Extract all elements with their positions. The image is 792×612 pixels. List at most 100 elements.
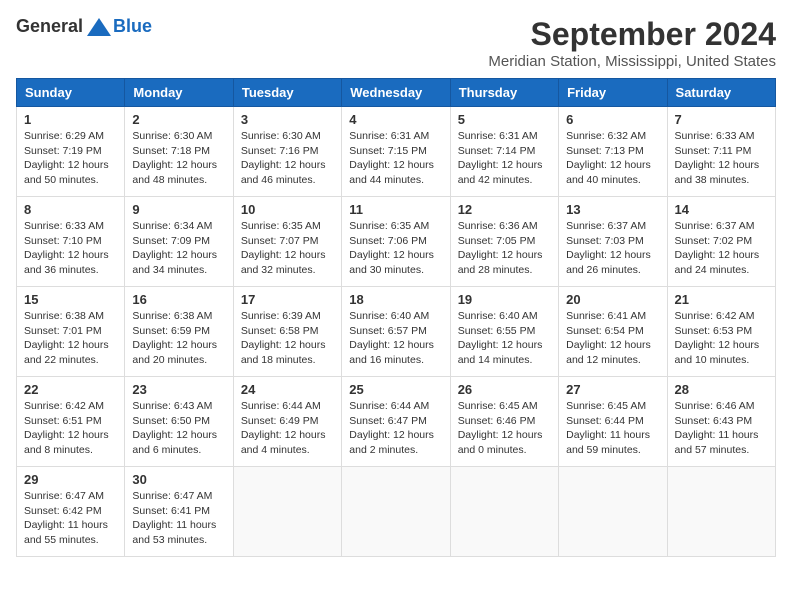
day-info: Sunrise: 6:35 AMSunset: 7:06 PMDaylight:… — [349, 220, 434, 276]
day-number: 3 — [241, 112, 334, 127]
day-number: 1 — [24, 112, 117, 127]
day-26: 26 Sunrise: 6:45 AMSunset: 6:46 PMDayligh… — [450, 377, 558, 467]
day-empty — [450, 467, 558, 557]
day-number: 4 — [349, 112, 442, 127]
day-number: 8 — [24, 202, 117, 217]
col-monday: Monday — [125, 79, 233, 107]
day-5: 5Sunrise: 6:31 AMSunset: 7:14 PMDaylight… — [450, 107, 558, 197]
day-info: Sunrise: 6:38 AMSunset: 6:59 PMDaylight:… — [132, 310, 217, 366]
day-11: 11 Sunrise: 6:35 AMSunset: 7:06 PMDayligh… — [342, 197, 450, 287]
day-number: 15 — [24, 292, 117, 307]
day-number: 11 — [349, 202, 442, 217]
day-empty — [559, 467, 667, 557]
logo-general: General — [16, 16, 83, 37]
day-info: Sunrise: 6:40 AMSunset: 6:57 PMDaylight:… — [349, 310, 434, 366]
day-info: Sunrise: 6:32 AMSunset: 7:13 PMDaylight:… — [566, 130, 651, 186]
col-friday: Friday — [559, 79, 667, 107]
day-8: 8 Sunrise: 6:33 AMSunset: 7:10 PMDaylight… — [17, 197, 125, 287]
day-29: 29 Sunrise: 6:47 AMSunset: 6:42 PMDayligh… — [17, 467, 125, 557]
week-row-3: 15 Sunrise: 6:38 AMSunset: 7:01 PMDayligh… — [17, 287, 776, 377]
day-23: 23 Sunrise: 6:43 AMSunset: 6:50 PMDayligh… — [125, 377, 233, 467]
day-info: Sunrise: 6:33 AMSunset: 7:10 PMDaylight:… — [24, 220, 109, 276]
day-16: 16 Sunrise: 6:38 AMSunset: 6:59 PMDayligh… — [125, 287, 233, 377]
week-row-2: 8 Sunrise: 6:33 AMSunset: 7:10 PMDaylight… — [17, 197, 776, 287]
col-saturday: Saturday — [667, 79, 775, 107]
day-1: 1Sunrise: 6:29 AMSunset: 7:19 PMDaylight… — [17, 107, 125, 197]
day-12: 12Sunrise: 6:36 AMSunset: 7:05 PMDayligh… — [450, 197, 558, 287]
day-15: 15 Sunrise: 6:38 AMSunset: 7:01 PMDayligh… — [17, 287, 125, 377]
day-number: 27 — [566, 382, 659, 397]
day-number: 5 — [458, 112, 551, 127]
day-number: 17 — [241, 292, 334, 307]
col-sunday: Sunday — [17, 79, 125, 107]
day-empty — [667, 467, 775, 557]
day-number: 21 — [675, 292, 768, 307]
day-3: 3Sunrise: 6:30 AMSunset: 7:16 PMDaylight… — [233, 107, 341, 197]
day-9: 9Sunrise: 6:34 AMSunset: 7:09 PMDaylight… — [125, 197, 233, 287]
day-info: Sunrise: 6:33 AMSunset: 7:11 PMDaylight:… — [675, 130, 760, 186]
week-row-4: 22Sunrise: 6:42 AMSunset: 6:51 PMDayligh… — [17, 377, 776, 467]
day-4: 4 Sunrise: 6:31 AMSunset: 7:15 PMDaylight… — [342, 107, 450, 197]
day-info: Sunrise: 6:31 AMSunset: 7:15 PMDaylight:… — [349, 130, 434, 186]
day-17: 17 Sunrise: 6:39 AMSunset: 6:58 PMDayligh… — [233, 287, 341, 377]
day-10: 10Sunrise: 6:35 AMSunset: 7:07 PMDayligh… — [233, 197, 341, 287]
day-25: 25Sunrise: 6:44 AMSunset: 6:47 PMDayligh… — [342, 377, 450, 467]
day-info: Sunrise: 6:46 AMSunset: 6:43 PMDaylight:… — [675, 400, 759, 456]
day-info: Sunrise: 6:37 AMSunset: 7:02 PMDaylight:… — [675, 220, 760, 276]
day-number: 19 — [458, 292, 551, 307]
day-number: 22 — [24, 382, 117, 397]
day-6: 6Sunrise: 6:32 AMSunset: 7:13 PMDaylight… — [559, 107, 667, 197]
day-number: 30 — [132, 472, 225, 487]
day-info: Sunrise: 6:45 AMSunset: 6:46 PMDaylight:… — [458, 400, 543, 456]
day-info: Sunrise: 6:36 AMSunset: 7:05 PMDaylight:… — [458, 220, 543, 276]
day-info: Sunrise: 6:38 AMSunset: 7:01 PMDaylight:… — [24, 310, 109, 366]
logo-icon — [87, 18, 111, 36]
day-24: 24 Sunrise: 6:44 AMSunset: 6:49 PMDayligh… — [233, 377, 341, 467]
day-info: Sunrise: 6:41 AMSunset: 6:54 PMDaylight:… — [566, 310, 651, 366]
day-number: 29 — [24, 472, 117, 487]
day-7: 7 Sunrise: 6:33 AMSunset: 7:11 PMDaylight… — [667, 107, 775, 197]
day-info: Sunrise: 6:47 AMSunset: 6:41 PMDaylight:… — [132, 490, 216, 546]
day-number: 24 — [241, 382, 334, 397]
month-title: September 2024 — [488, 16, 776, 53]
day-info: Sunrise: 6:44 AMSunset: 6:49 PMDaylight:… — [241, 400, 326, 456]
day-info: Sunrise: 6:47 AMSunset: 6:42 PMDaylight:… — [24, 490, 108, 546]
week-row-5: 29 Sunrise: 6:47 AMSunset: 6:42 PMDayligh… — [17, 467, 776, 557]
day-info: Sunrise: 6:30 AMSunset: 7:18 PMDaylight:… — [132, 130, 217, 186]
title-section: September 2024 Meridian Station, Mississ… — [488, 16, 776, 70]
col-wednesday: Wednesday — [342, 79, 450, 107]
calendar-table: Sunday Monday Tuesday Wednesday Thursday… — [16, 78, 776, 557]
day-number: 23 — [132, 382, 225, 397]
day-empty — [233, 467, 341, 557]
day-14: 14 Sunrise: 6:37 AMSunset: 7:02 PMDayligh… — [667, 197, 775, 287]
day-number: 9 — [132, 202, 225, 217]
day-number: 18 — [349, 292, 442, 307]
day-18: 18 Sunrise: 6:40 AMSunset: 6:57 PMDayligh… — [342, 287, 450, 377]
day-number: 13 — [566, 202, 659, 217]
day-13: 13 Sunrise: 6:37 AMSunset: 7:03 PMDayligh… — [559, 197, 667, 287]
calendar-header-row: Sunday Monday Tuesday Wednesday Thursday… — [17, 79, 776, 107]
day-info: Sunrise: 6:37 AMSunset: 7:03 PMDaylight:… — [566, 220, 651, 276]
day-number: 20 — [566, 292, 659, 307]
day-info: Sunrise: 6:43 AMSunset: 6:50 PMDaylight:… — [132, 400, 217, 456]
day-info: Sunrise: 6:39 AMSunset: 6:58 PMDaylight:… — [241, 310, 326, 366]
day-20: 20 Sunrise: 6:41 AMSunset: 6:54 PMDayligh… — [559, 287, 667, 377]
day-19: 19 Sunrise: 6:40 AMSunset: 6:55 PMDayligh… — [450, 287, 558, 377]
day-27: 27Sunrise: 6:45 AMSunset: 6:44 PMDayligh… — [559, 377, 667, 467]
logo-blue: Blue — [113, 16, 152, 37]
day-2: 2 Sunrise: 6:30 AMSunset: 7:18 PMDaylight… — [125, 107, 233, 197]
page-header: General Blue September 2024 Meridian Sta… — [16, 16, 776, 70]
day-empty — [342, 467, 450, 557]
day-number: 7 — [675, 112, 768, 127]
day-info: Sunrise: 6:40 AMSunset: 6:55 PMDaylight:… — [458, 310, 543, 366]
day-number: 26 — [458, 382, 551, 397]
day-22: 22Sunrise: 6:42 AMSunset: 6:51 PMDayligh… — [17, 377, 125, 467]
day-info: Sunrise: 6:42 AMSunset: 6:53 PMDaylight:… — [675, 310, 760, 366]
day-number: 14 — [675, 202, 768, 217]
day-number: 2 — [132, 112, 225, 127]
day-number: 25 — [349, 382, 442, 397]
day-info: Sunrise: 6:35 AMSunset: 7:07 PMDaylight:… — [241, 220, 326, 276]
day-number: 16 — [132, 292, 225, 307]
day-number: 28 — [675, 382, 768, 397]
col-thursday: Thursday — [450, 79, 558, 107]
